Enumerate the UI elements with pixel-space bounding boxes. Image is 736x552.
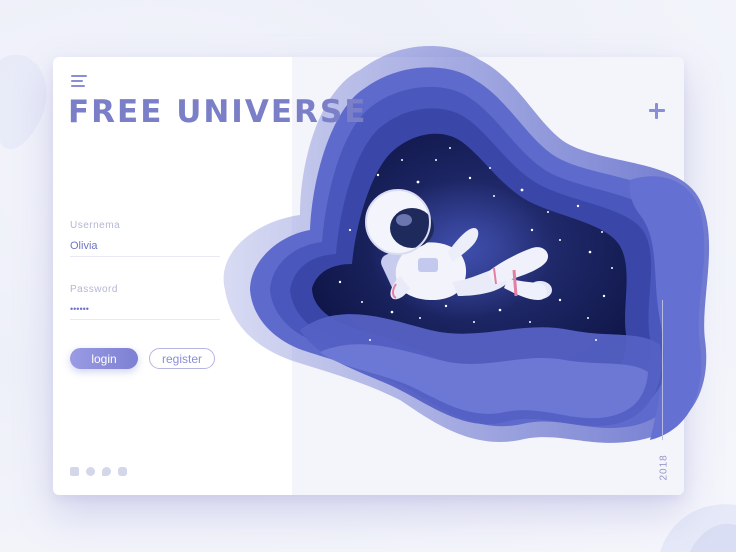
page-title: FREE UNIVERSE <box>68 94 368 130</box>
add-icon[interactable] <box>649 103 665 119</box>
space-illustration <box>223 46 710 443</box>
year-label: 2018 <box>658 454 670 481</box>
vertical-divider <box>662 300 663 440</box>
